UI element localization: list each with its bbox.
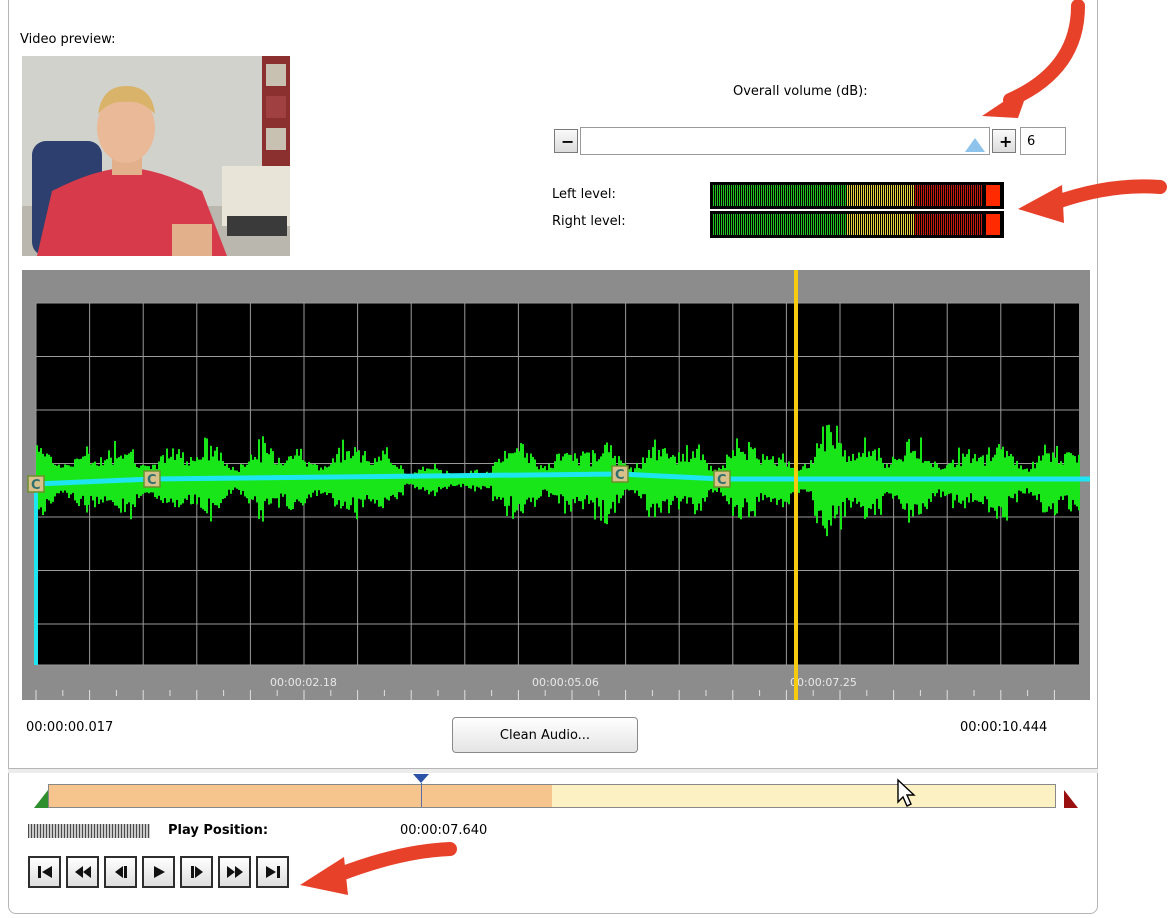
time-label-3: 00:00:07.25 [790,676,857,689]
left-level-meter [710,182,1004,209]
end-time-label: 00:00:10.444 [960,720,1048,735]
volume-decrease-button[interactable]: − [554,129,578,153]
left-level-bars [713,185,1000,206]
annotation-arrow-icon [1018,179,1167,223]
right-level-meter [710,211,1004,238]
skip-start-icon [37,866,52,878]
step-back-icon [114,866,127,878]
volume-slider[interactable] [580,127,990,155]
annotation-arrow-icon [982,0,1085,118]
time-label-1: 00:00:02.18 [270,676,337,689]
video-preview-label: Video preview: [20,32,116,47]
waveform-view[interactable]: 00:00:02.18 00:00:05.06 00:00:07.25 C C C C [22,270,1090,700]
envelope-point[interactable]: C [611,465,629,483]
play-position-label: Play Position: [168,823,269,838]
svg-text:C: C [147,473,157,488]
rewind-icon [74,866,91,878]
mouse-cursor-icon [896,778,918,812]
video-frame-image [22,56,290,256]
start-time-label: 00:00:00.017 [26,720,114,735]
clean-audio-button[interactable]: Clean Audio... [452,717,638,753]
envelope-point[interactable]: C [713,470,731,488]
video-preview [22,56,290,256]
section-divider [8,768,1098,773]
playhead-line [794,270,798,700]
play-icon [153,866,165,878]
waveform-panel[interactable]: 00:00:02.18 00:00:05.06 00:00:07.25 C C C C [22,270,1090,700]
envelope-point[interactable]: C [143,470,161,488]
scrub-grip[interactable] [28,824,150,838]
svg-text:C: C [615,468,625,483]
right-level-label: Right level: [552,214,626,229]
skip-end-icon [265,866,280,878]
timeline-progress [49,785,552,807]
fast-forward-button[interactable] [218,856,251,888]
time-ruler [35,690,1055,700]
rewind-button[interactable] [66,856,99,888]
svg-text:C: C [31,478,41,493]
step-forward-button[interactable] [180,856,213,888]
fast-forward-icon [226,866,243,878]
play-position-marker[interactable] [412,774,429,783]
go-to-end-button[interactable] [256,856,289,888]
overall-volume-label: Overall volume (dB): [733,84,868,99]
play-position-line [420,783,422,807]
play-button[interactable] [142,856,175,888]
step-back-button[interactable] [104,856,137,888]
step-forward-icon [190,866,203,878]
svg-text:C: C [717,473,727,488]
go-to-start-button[interactable] [28,856,61,888]
time-label-2: 00:00:05.06 [532,676,599,689]
selection-end-handle[interactable] [1064,790,1078,808]
envelope-point[interactable]: C [27,475,45,493]
selection-start-handle[interactable] [34,790,48,808]
left-level-label: Left level: [552,187,616,202]
volume-slider-thumb[interactable] [964,138,985,152]
right-level-bars [713,214,1000,235]
annotation-arrow-icon [300,842,457,895]
